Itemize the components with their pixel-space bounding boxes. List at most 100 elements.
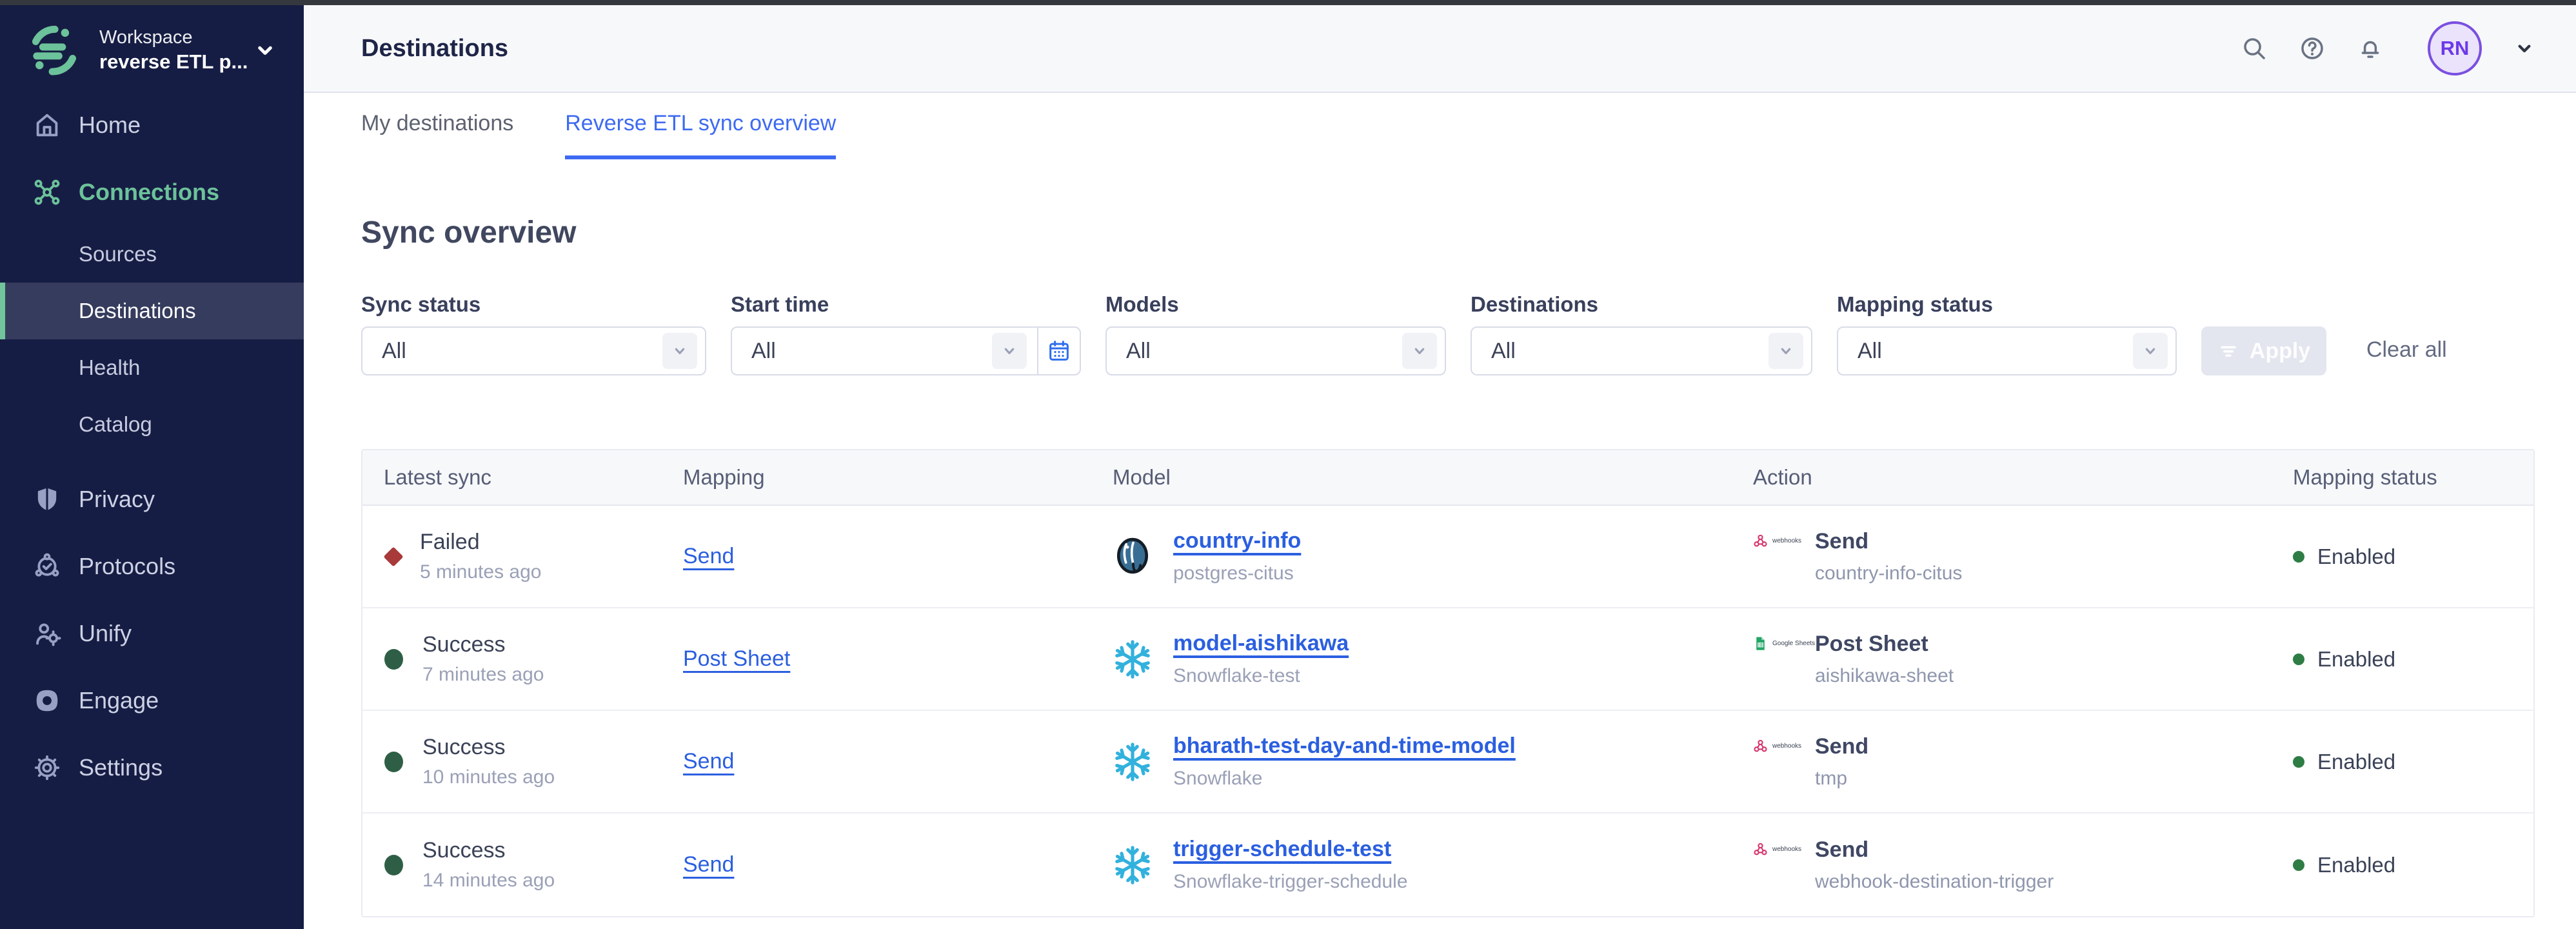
sidebar-item-label: Home bbox=[79, 112, 141, 139]
success-status-icon bbox=[384, 649, 403, 670]
webhooks-icon bbox=[1753, 842, 1768, 857]
start-time-select[interactable]: All bbox=[731, 326, 1081, 375]
sidebar-item-unify[interactable]: Unify bbox=[0, 600, 304, 667]
table-row: Success 14 minutes ago Send trigger-sche… bbox=[362, 814, 2533, 916]
model-cell: bharath-test-day-and-time-model Snowflak… bbox=[1113, 734, 1753, 790]
action-cell: webhooks Send webhook-destination-trigge… bbox=[1753, 837, 2293, 893]
enabled-dot-icon bbox=[2293, 859, 2304, 871]
model-source: Snowflake bbox=[1173, 768, 1516, 790]
mapping-status-cell: Enabled bbox=[2293, 750, 2533, 774]
chevron-down-icon[interactable] bbox=[2514, 38, 2535, 59]
sidebar-item-label: Privacy bbox=[79, 486, 155, 513]
model-link[interactable]: model-aishikawa bbox=[1173, 631, 1349, 655]
model-link[interactable]: trigger-schedule-test bbox=[1173, 837, 1391, 861]
table-header-row: Latest sync Mapping Model Action Mapping… bbox=[362, 450, 2533, 506]
sidebar-item-label: Unify bbox=[79, 620, 132, 647]
mapping-status-value: Enabled bbox=[2317, 544, 2395, 569]
model-link[interactable]: country-info bbox=[1173, 528, 1301, 553]
sidebar-item-privacy[interactable]: Privacy bbox=[0, 466, 304, 533]
sidebar-item-engage[interactable]: Engage bbox=[0, 667, 304, 734]
action-destination: aishikawa-sheet bbox=[1815, 665, 1954, 687]
mapping-link[interactable]: Send bbox=[683, 852, 734, 877]
header-actions: RN bbox=[2241, 21, 2535, 75]
mapping-link[interactable]: Send bbox=[683, 544, 734, 568]
mapping-link[interactable]: Send bbox=[683, 749, 734, 774]
mapping-status-select[interactable]: All bbox=[1837, 326, 2177, 375]
avatar[interactable]: RN bbox=[2428, 21, 2482, 75]
search-icon[interactable] bbox=[2241, 35, 2268, 62]
select-value: All bbox=[1858, 339, 2133, 364]
sidebar-item-protocols[interactable]: Protocols bbox=[0, 533, 304, 600]
clear-all-button[interactable]: Clear all bbox=[2366, 337, 2447, 363]
apply-button-label: Apply bbox=[2250, 339, 2310, 364]
destinations-select[interactable]: All bbox=[1471, 326, 1812, 375]
sidebar-item-health[interactable]: Health bbox=[0, 339, 304, 396]
filter-label: Models bbox=[1105, 292, 1446, 317]
sync-status: Success bbox=[422, 735, 555, 760]
enabled-dot-icon bbox=[2293, 654, 2304, 665]
model-cell: model-aishikawa Snowflake-test bbox=[1113, 631, 1753, 687]
sidebar-item-catalog[interactable]: Catalog bbox=[0, 396, 304, 453]
filter-icon bbox=[2217, 340, 2239, 362]
sync-time: 5 minutes ago bbox=[420, 561, 541, 583]
enabled-dot-icon bbox=[2293, 551, 2304, 563]
connections-icon bbox=[32, 177, 62, 207]
gear-icon bbox=[32, 753, 62, 783]
calendar-icon[interactable] bbox=[1037, 328, 1080, 374]
apply-button[interactable]: Apply bbox=[2201, 326, 2326, 375]
failed-status-icon bbox=[383, 546, 403, 566]
filter-bar: Sync status All Start time All bbox=[304, 250, 2576, 375]
snowflake-icon bbox=[1113, 742, 1153, 782]
notifications-bell-icon[interactable] bbox=[2357, 35, 2384, 62]
mapping-cell: Post Sheet bbox=[683, 646, 1113, 672]
sidebar-item-home[interactable]: Home bbox=[0, 92, 304, 159]
workspace-switcher[interactable]: Workspace reverse ETL p... bbox=[0, 5, 304, 79]
section-heading: Sync overview bbox=[361, 215, 2576, 250]
sidebar-item-label: Catalog bbox=[79, 412, 152, 437]
action-cell: webhooks Send country-info-citus bbox=[1753, 528, 2293, 584]
snowflake-icon bbox=[1113, 639, 1153, 679]
engage-icon bbox=[32, 686, 62, 715]
mapping-status-value: Enabled bbox=[2317, 647, 2395, 672]
mapping-cell: Send bbox=[683, 544, 1113, 569]
sync-status-select[interactable]: All bbox=[361, 326, 706, 375]
action-destination: webhook-destination-trigger bbox=[1815, 871, 2054, 893]
tab-reverse-etl-sync-overview[interactable]: Reverse ETL sync overview bbox=[565, 111, 836, 159]
filter-sync-status: Sync status All bbox=[361, 292, 706, 375]
filter-models: Models All bbox=[1105, 292, 1446, 375]
workspace-label: Workspace bbox=[99, 26, 248, 49]
sidebar-item-destinations[interactable]: Destinations bbox=[0, 283, 304, 339]
google-sheets-icon bbox=[1753, 636, 1768, 651]
select-value: All bbox=[751, 339, 992, 364]
model-cell: country-info postgres-citus bbox=[1113, 528, 1753, 584]
column-header-action: Action bbox=[1753, 465, 2293, 490]
tab-my-destinations[interactable]: My destinations bbox=[361, 111, 513, 159]
webhooks-logo: webhooks bbox=[1753, 534, 1815, 548]
sidebar-item-label: Engage bbox=[79, 687, 159, 714]
table-row: Success 7 minutes ago Post Sheet model-a… bbox=[362, 608, 2533, 711]
chevron-down-icon bbox=[253, 39, 277, 62]
latest-sync-cell: Failed 5 minutes ago bbox=[384, 530, 683, 583]
filter-start-time: Start time All bbox=[731, 292, 1081, 375]
mapping-status-cell: Enabled bbox=[2293, 544, 2533, 569]
webhooks-icon bbox=[1753, 739, 1768, 754]
sidebar-item-connections[interactable]: Connections bbox=[0, 159, 304, 226]
enabled-dot-icon bbox=[2293, 756, 2304, 768]
help-icon[interactable] bbox=[2299, 35, 2326, 62]
chevron-down-icon bbox=[2133, 333, 2168, 369]
models-select[interactable]: All bbox=[1105, 326, 1446, 375]
unify-icon bbox=[32, 619, 62, 648]
sync-status: Success bbox=[422, 838, 555, 863]
chevron-down-icon bbox=[662, 333, 697, 369]
action-cell: webhooks Send tmp bbox=[1753, 734, 2293, 790]
success-status-icon bbox=[384, 752, 403, 772]
postgres-icon bbox=[1113, 537, 1153, 577]
latest-sync-cell: Success 10 minutes ago bbox=[384, 735, 683, 788]
mapping-link[interactable]: Post Sheet bbox=[683, 646, 790, 671]
sidebar-item-sources[interactable]: Sources bbox=[0, 226, 304, 283]
select-value: All bbox=[1126, 339, 1402, 364]
action-name: Post Sheet bbox=[1815, 631, 1954, 657]
sidebar-item-settings[interactable]: Settings bbox=[0, 734, 304, 801]
model-link[interactable]: bharath-test-day-and-time-model bbox=[1173, 734, 1516, 758]
action-name: Send bbox=[1815, 528, 1962, 555]
